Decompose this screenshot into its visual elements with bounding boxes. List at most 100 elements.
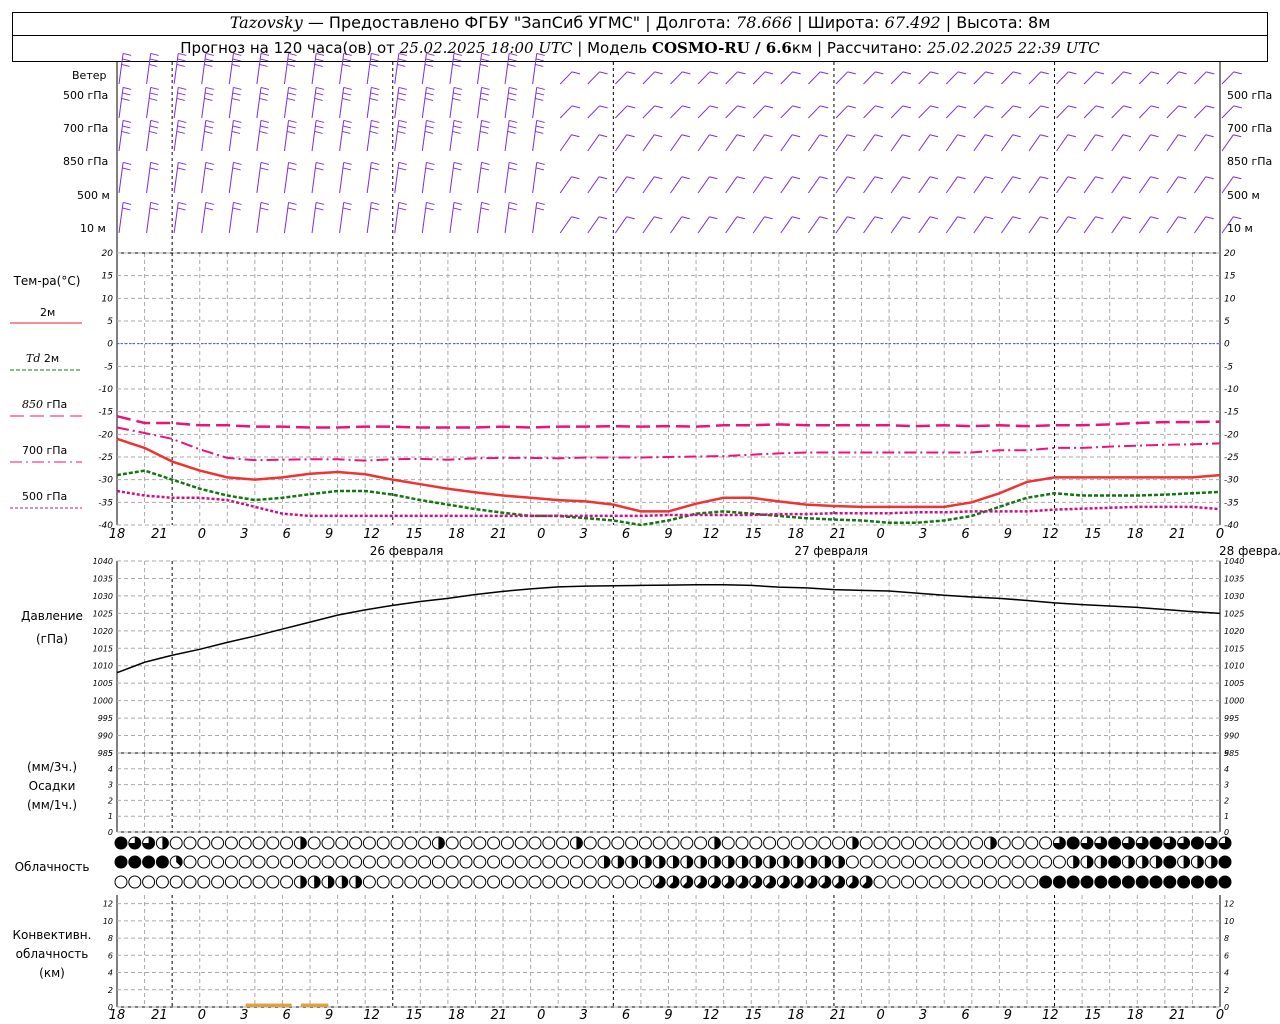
wind-barb xyxy=(421,120,427,152)
wind-barb-flag xyxy=(149,92,159,96)
cloud-cover-symbol xyxy=(749,836,763,850)
wind-barb-flag xyxy=(535,167,545,171)
cloud-cover-symbol xyxy=(956,855,970,869)
cloud-cover-symbol xyxy=(266,836,280,850)
legend-850-name: гПа xyxy=(46,398,68,411)
wind-barb-flag xyxy=(176,130,185,134)
wind-barb-flag xyxy=(764,71,774,75)
wind-barb xyxy=(670,134,683,152)
temp-axis-tick: 0 xyxy=(537,527,545,542)
bottom-axis-tick: 9 xyxy=(664,1008,672,1023)
legend-500-name: гПа xyxy=(46,490,68,503)
wind-barb xyxy=(945,105,959,119)
wind-barb-flag xyxy=(535,92,545,96)
cloud-cover-fill xyxy=(1183,856,1190,868)
wind-barb xyxy=(504,162,510,194)
wind-barb-flag xyxy=(792,105,801,109)
cloud-cover-symbol xyxy=(459,855,473,869)
wind-barb-flag xyxy=(1012,176,1021,180)
wind-barb-flag xyxy=(205,86,214,90)
wind-barb-flag xyxy=(425,125,434,129)
cloud-cover-fill xyxy=(631,856,638,868)
wind-barb-flag xyxy=(1122,216,1132,220)
wind-barb xyxy=(752,71,766,85)
wind-barb-flag xyxy=(1095,134,1104,138)
cloud-cover-fill xyxy=(617,856,624,868)
wind-barb xyxy=(1194,105,1207,119)
wind-barb-flag xyxy=(370,167,379,171)
wind-barb xyxy=(1166,216,1179,234)
precip-title: Осадки xyxy=(28,779,76,793)
wind-barb-flag xyxy=(121,130,130,134)
wind-barb-flag xyxy=(508,58,517,62)
wind-barb xyxy=(339,162,345,194)
wind-barb-flag xyxy=(287,167,296,171)
wind-barb-flag xyxy=(709,176,718,180)
temp-axis-date: 28 февраля xyxy=(1219,544,1280,558)
cloud-cover-symbol xyxy=(970,836,984,850)
wind-barb xyxy=(780,105,793,119)
cloud-cover-symbol xyxy=(252,836,266,850)
wind-barb-flag xyxy=(1178,134,1187,138)
wind-barb-flag xyxy=(479,130,489,134)
cloud-cover-fill xyxy=(1136,876,1149,888)
cloud-cover-symbol xyxy=(335,855,349,869)
wind-barb-flag xyxy=(535,207,545,211)
bottom-axis-tick: 21 xyxy=(830,1008,847,1023)
cloud-cover-fill xyxy=(700,856,707,868)
wind-barb xyxy=(945,71,959,85)
wind-barb-flag xyxy=(819,216,828,220)
wind-barb xyxy=(863,216,876,234)
wind-barb-flag xyxy=(453,201,463,205)
wind-barb-flag xyxy=(736,216,746,220)
wind-barb-flag xyxy=(654,71,663,75)
cloud-cover-symbol xyxy=(638,875,652,889)
wind-barb-flag xyxy=(1233,105,1242,109)
wind-barb xyxy=(973,216,986,234)
temp-axis-tick: 3 xyxy=(240,527,248,542)
wind-barb xyxy=(449,202,455,234)
wind-barb-flag xyxy=(204,207,214,211)
wind-barb-flag xyxy=(204,92,214,96)
wind-barb-flag xyxy=(150,201,159,205)
cloud-cover-symbol xyxy=(611,836,625,850)
cloud-cover-fill xyxy=(1087,856,1093,868)
temp-axis-date: 26 февраля xyxy=(370,544,444,558)
wind-barb-flag xyxy=(453,119,463,123)
wind-level-700hpa-right: 700 гПа xyxy=(1227,122,1273,135)
wind-barb-flag xyxy=(875,71,884,75)
wind-barb-flag xyxy=(535,125,545,129)
bottom-axis-tick: 3 xyxy=(240,1008,248,1023)
cloud-cover-symbol xyxy=(873,855,887,869)
cloud-cover-fill xyxy=(142,856,155,868)
bottom-axis-tick: 15 xyxy=(1084,1008,1101,1023)
wind-barb-flag xyxy=(178,52,187,56)
wind-barb xyxy=(283,202,290,234)
wind-barb xyxy=(228,87,234,119)
cloud-cover-symbol xyxy=(197,855,211,869)
wind-barb-flag xyxy=(819,176,828,180)
wind-barb xyxy=(670,71,683,85)
wind-barb xyxy=(283,120,290,152)
wind-barb-flag xyxy=(122,167,131,171)
wind-barb-flag xyxy=(370,207,379,211)
wind-barb-flag xyxy=(343,52,352,56)
temp-panel-ytick-right: -15 xyxy=(1224,408,1239,418)
wind-barb-flag xyxy=(1206,105,1215,109)
temp-title: Тем-ра(°C) xyxy=(13,274,81,288)
wind-barb xyxy=(890,176,903,194)
wind-barb-flag xyxy=(481,86,490,90)
cloud-cover-fill xyxy=(686,856,693,868)
cloud-cover-fill xyxy=(1163,856,1176,868)
cloud-cover-symbol xyxy=(914,875,928,889)
wind-barb-flag xyxy=(286,130,296,134)
wind-barb-flag xyxy=(426,201,435,205)
conv-panel-ytick-left: 4 xyxy=(108,969,113,978)
wind-barb-flag xyxy=(1040,105,1049,109)
wind-barb xyxy=(1028,105,1042,119)
wind-barb xyxy=(1111,105,1124,119)
wind-barb-flag xyxy=(177,167,186,171)
bottom-axis-tick: 9 xyxy=(325,1008,333,1023)
cloud-cover-symbol xyxy=(1039,855,1053,869)
wind-barb xyxy=(725,134,738,152)
